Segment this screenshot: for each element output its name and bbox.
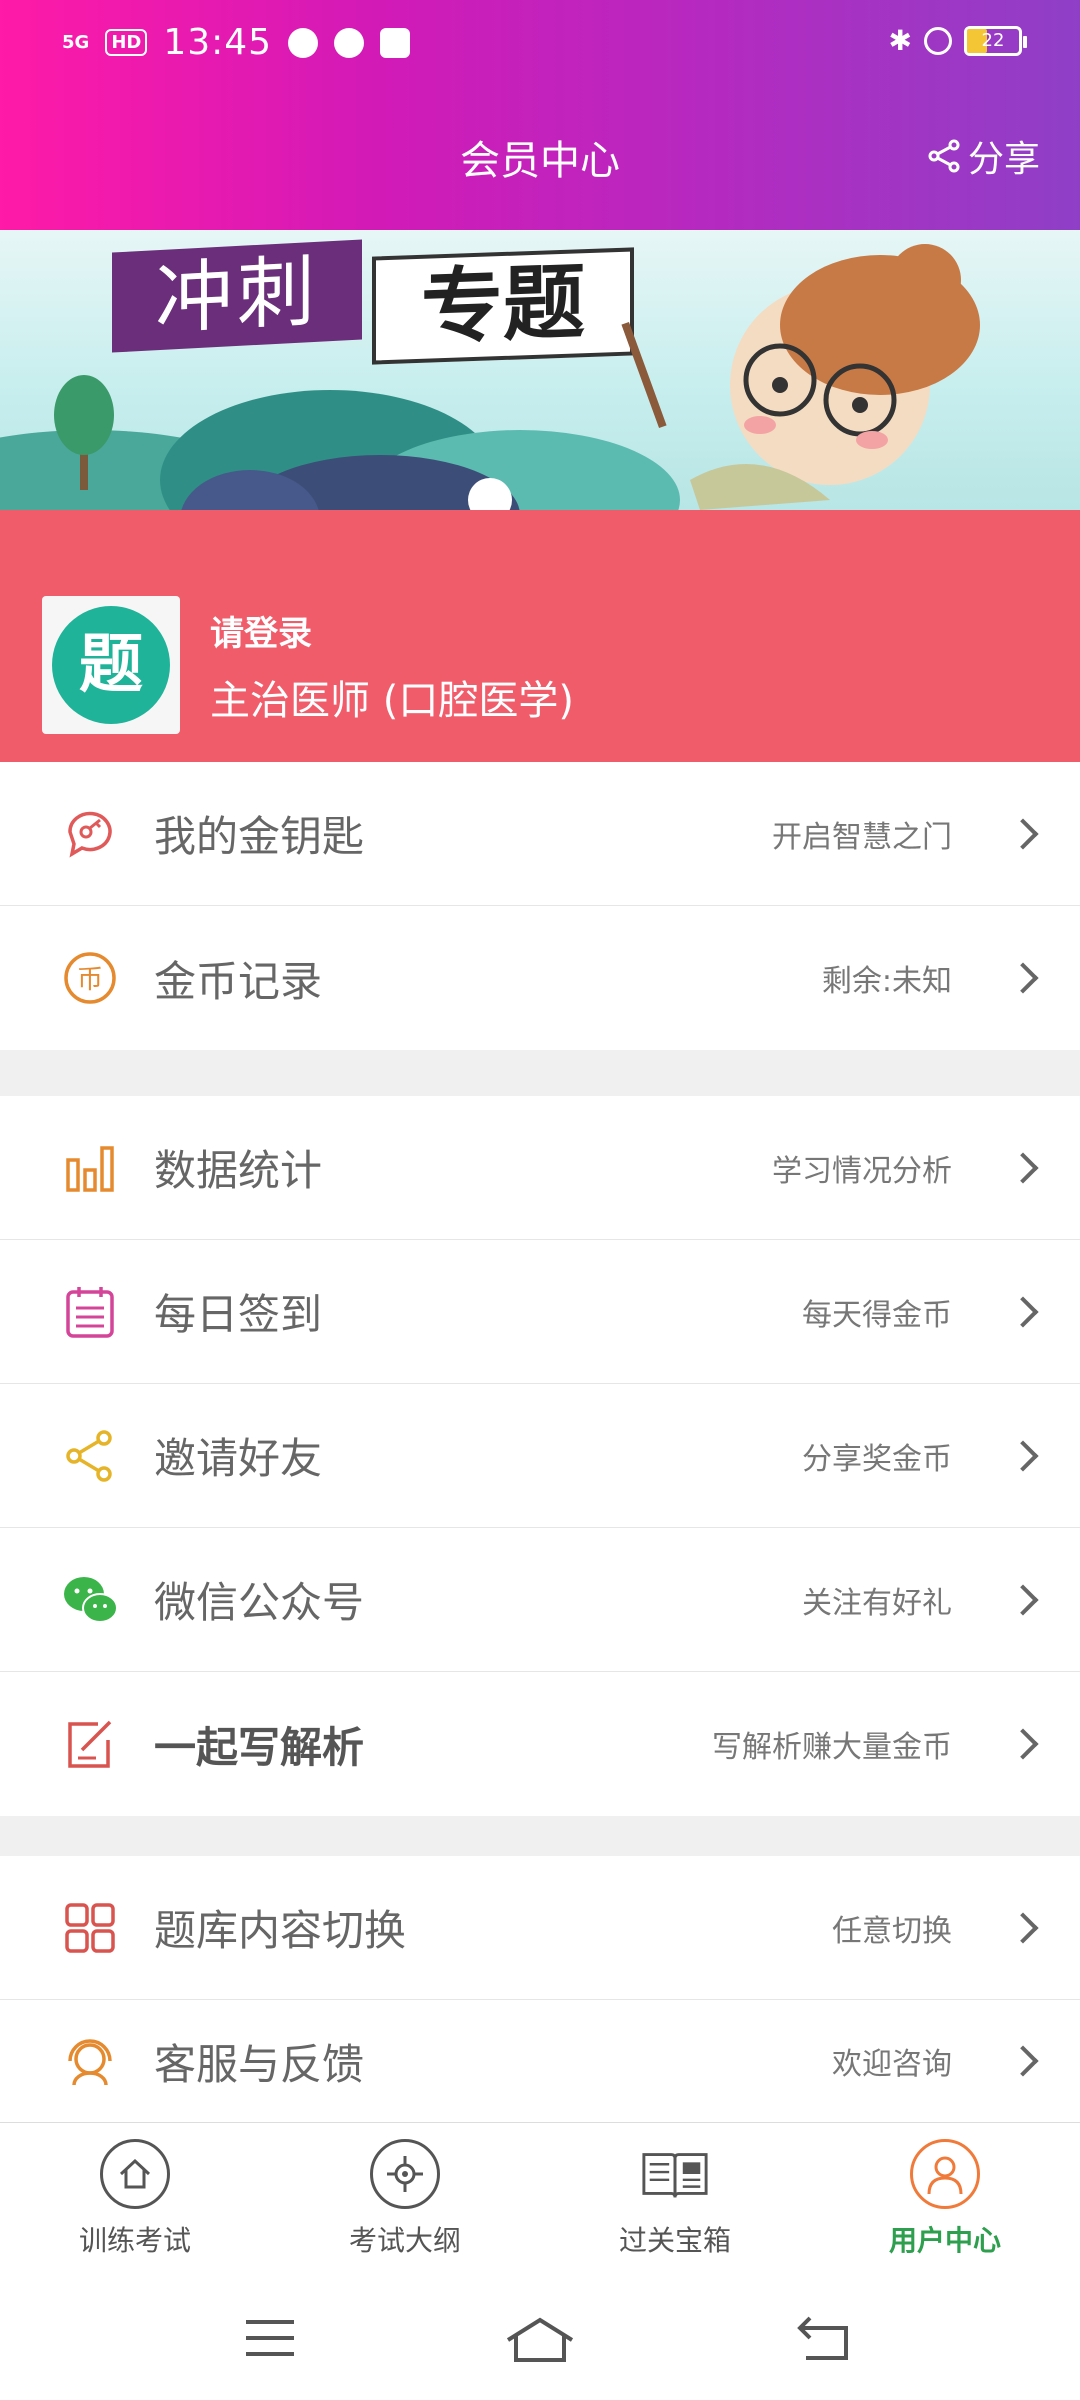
tab-label: 用户中心	[888, 2224, 1001, 2257]
chevron-right-icon	[1007, 962, 1039, 994]
menu-group-2: 数据统计 学习情况分析 每日签到 每天得金币 邀请好友 分享奖金币 微信公众号 …	[0, 1096, 1080, 1816]
system-navigation-bar	[0, 2272, 1080, 2400]
menu-icon[interactable]	[244, 2316, 296, 2360]
menu-item-golden-key[interactable]: 我的金钥匙 开启智慧之门	[0, 762, 1080, 906]
menu-item-hint: 学习情况分析	[772, 1153, 952, 1189]
bluetooth-icon: ✱	[888, 24, 912, 57]
share-label: 分享	[967, 139, 1040, 180]
signal-indicator: 5G	[62, 31, 90, 53]
user-icon	[910, 2139, 980, 2209]
coin-icon: 币	[62, 950, 118, 1006]
menu-item-hint: 剩余:未知	[821, 964, 952, 999]
tab-training-exam[interactable]: 训练考试	[0, 2123, 270, 2272]
menu-group-1: 我的金钥匙 开启智慧之门 币 金币记录 剩余:未知	[0, 762, 1080, 1050]
chevron-right-icon	[1007, 817, 1039, 850]
back-icon[interactable]	[796, 2316, 852, 2364]
header-bar: 5G HD 13:45 ✱ 22 会员中心 分享	[0, 0, 1080, 230]
clock: 13:45	[163, 22, 273, 63]
battery-icon: 22	[964, 25, 1027, 56]
tab-label: 训练考试	[78, 2224, 191, 2257]
battery-level: 22	[981, 29, 1005, 51]
section-divider	[0, 1050, 1080, 1096]
tab-treasure-box[interactable]: 过关宝箱	[540, 2123, 810, 2272]
support-icon	[62, 2033, 118, 2089]
menu-item-statistics[interactable]: 数据统计 学习情况分析	[0, 1096, 1080, 1240]
home-nav-icon[interactable]	[504, 2316, 576, 2364]
menu-item-hint: 分享奖金币	[802, 1441, 952, 1477]
login-prompt[interactable]: 请登录	[210, 606, 312, 655]
menu-item-label: 客服与反馈	[154, 2039, 365, 2089]
target-icon	[370, 2139, 440, 2209]
menu-item-daily-checkin[interactable]: 每日签到 每天得金币	[0, 1240, 1080, 1384]
menu-item-coin-record[interactable]: 币 金币记录 剩余:未知	[0, 906, 1080, 1050]
section-divider	[0, 1816, 1080, 1856]
chevron-right-icon	[1007, 1728, 1039, 1760]
chevron-right-icon	[1007, 1911, 1039, 1944]
flame-icon	[288, 27, 319, 58]
svg-text:币: 币	[77, 965, 103, 995]
chevron-right-icon	[1007, 1151, 1039, 1184]
menu-item-wechat[interactable]: 微信公众号 关注有好礼	[0, 1528, 1080, 1672]
alarm-icon	[924, 26, 952, 55]
tab-label: 过关宝箱	[618, 2224, 731, 2257]
chevron-right-icon	[1007, 1295, 1039, 1328]
menu-item-label: 金币记录	[154, 956, 323, 1006]
book-icon	[640, 2139, 710, 2209]
menu-item-label: 题库内容切换	[154, 1906, 407, 1955]
menu-item-label: 微信公众号	[154, 1578, 365, 1627]
home-icon	[100, 2139, 170, 2209]
menu-item-hint: 欢迎咨询	[832, 2047, 952, 2082]
menu-item-hint: 开启智慧之门	[772, 819, 952, 855]
tab-user-center[interactable]: 用户中心	[810, 2123, 1080, 2272]
status-bar: 5G HD 13:45 ✱ 22	[0, 0, 1080, 90]
avatar[interactable]: 题	[42, 596, 180, 734]
tab-exam-outline[interactable]: 考试大纲	[270, 2123, 540, 2272]
calendar-icon	[62, 1284, 118, 1340]
menu-item-label: 邀请好友	[154, 1434, 323, 1483]
avatar-logo: 题	[52, 606, 170, 724]
share-icon	[928, 139, 960, 173]
grid-icon	[62, 1900, 118, 1956]
menu-item-label: 一起写解析	[154, 1722, 365, 1772]
chevron-right-icon	[1007, 1583, 1039, 1616]
profile-card[interactable]: 题 请登录 主治医师 (口腔医学)	[0, 510, 1080, 762]
menu-item-invite-friends[interactable]: 邀请好友 分享奖金币	[0, 1384, 1080, 1528]
wechat-icon	[62, 1572, 118, 1628]
chevron-right-icon	[1007, 1439, 1039, 1472]
menu-item-hint: 写解析赚大量金币	[712, 1730, 952, 1765]
hd-badge: HD	[105, 29, 148, 56]
menu-item-label: 每日签到	[154, 1290, 323, 1339]
edit-icon	[62, 1716, 118, 1772]
tab-label: 考试大纲	[348, 2224, 461, 2257]
menu-item-label: 数据统计	[154, 1146, 323, 1195]
menu-item-label: 我的金钥匙	[154, 812, 365, 861]
banner-illustration	[0, 244, 980, 510]
menu-item-question-bank-switch[interactable]: 题库内容切换 任意切换	[0, 1856, 1080, 2000]
menu-item-customer-service[interactable]: 客服与反馈 欢迎咨询	[0, 2000, 1080, 2122]
key-chat-icon	[62, 806, 118, 862]
bottom-tab-bar: 训练考试 考试大纲 过关宝箱 用户中心	[0, 2122, 1080, 2272]
page-title: 会员中心	[460, 138, 620, 184]
share-nodes-icon	[62, 1428, 118, 1484]
menu-item-hint: 任意切换	[832, 1913, 952, 1949]
menu-item-write-analysis[interactable]: 一起写解析 写解析赚大量金币	[0, 1672, 1080, 1816]
menu-group-3: 题库内容切换 任意切换 客服与反馈 欢迎咨询	[0, 1856, 1080, 2122]
bar-chart-icon	[62, 1140, 118, 1196]
compass-icon	[334, 27, 365, 58]
current-subject: 主治医师 (口腔医学)	[210, 678, 574, 724]
menu-item-hint: 每天得金币	[802, 1297, 952, 1333]
promo-banner[interactable]: 冲刺 专题	[0, 230, 1080, 510]
share-button[interactable]: 分享	[928, 130, 1040, 182]
app-notification-icon	[380, 27, 411, 58]
chevron-right-icon	[1007, 2045, 1039, 2077]
menu-item-hint: 关注有好礼	[802, 1585, 952, 1621]
